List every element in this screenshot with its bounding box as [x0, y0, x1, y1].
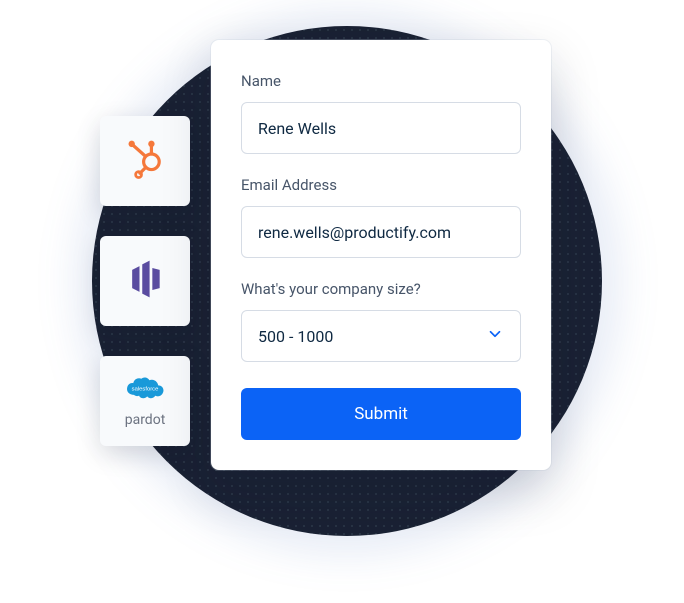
name-label: Name	[241, 72, 521, 90]
lead-form: Name Email Address What's your company s…	[211, 40, 551, 470]
name-input[interactable]	[241, 102, 521, 154]
hubspot-icon	[123, 137, 167, 185]
company-size-select[interactable]: 500 - 1000	[241, 310, 521, 362]
form-group-company-size: What's your company size? 500 - 1000	[241, 280, 521, 362]
form-group-name: Name	[241, 72, 521, 154]
email-label: Email Address	[241, 176, 521, 194]
submit-button[interactable]: Submit	[241, 388, 521, 440]
marketo-icon	[123, 257, 167, 305]
email-input[interactable]	[241, 206, 521, 258]
integration-cards: salesforce pardot	[100, 116, 190, 446]
chevron-down-icon	[486, 325, 504, 347]
company-size-value: 500 - 1000	[258, 327, 333, 346]
svg-text:salesforce: salesforce	[132, 386, 159, 392]
integration-card-hubspot	[100, 116, 190, 206]
company-size-label: What's your company size?	[241, 280, 521, 298]
salesforce-icon: salesforce	[123, 374, 167, 408]
pardot-label: pardot	[125, 412, 166, 428]
integration-card-pardot: salesforce pardot	[100, 356, 190, 446]
integration-card-marketo	[100, 236, 190, 326]
form-group-email: Email Address	[241, 176, 521, 258]
